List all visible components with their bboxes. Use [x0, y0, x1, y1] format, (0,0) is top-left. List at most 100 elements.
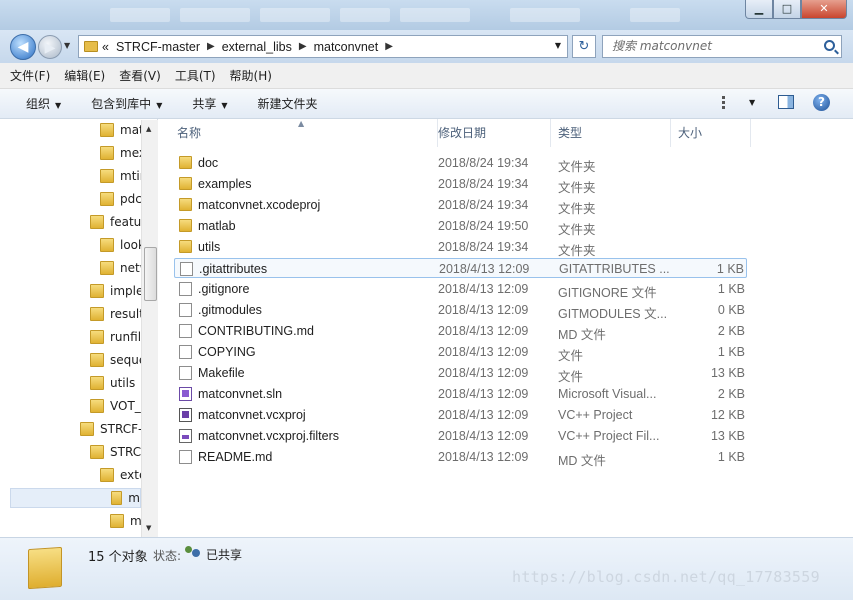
- file-list: 名称 ▲ 修改日期 类型 大小 doc 2018/8/24 19:34 文件夹 exa…: [160, 119, 853, 537]
- file-row[interactable]: CONTRIBUTING.md 2018/4/13 12:09 MD 文件 2 KB: [174, 321, 747, 342]
- tree-item[interactable]: mtir: [100, 166, 145, 186]
- folder-icon: [80, 422, 94, 436]
- include-in-library-button[interactable]: 包含到库中 ▼: [91, 95, 162, 112]
- large-folder-icon: [28, 546, 62, 590]
- file-date: 2018/4/13 12:09: [439, 262, 530, 276]
- breadcrumb-overflow[interactable]: «: [102, 40, 109, 54]
- breadcrumb-item[interactable]: external_libs: [222, 40, 292, 54]
- tree-item[interactable]: utils: [90, 373, 135, 393]
- breadcrumb-item[interactable]: STRCF-master: [116, 40, 200, 54]
- file-row[interactable]: matconvnet.xcodeproj 2018/8/24 19:34 文件夹: [174, 195, 747, 216]
- file-size: 13 KB: [710, 366, 745, 380]
- address-history-dropdown[interactable]: ▼: [555, 41, 561, 50]
- file-row[interactable]: .gitmodules 2018/4/13 12:09 GITMODULES 文..…: [174, 300, 747, 321]
- folder-icon: [110, 514, 124, 528]
- folder-icon: [179, 177, 192, 190]
- preview-pane-icon[interactable]: [778, 95, 794, 109]
- file-row[interactable]: matlab 2018/8/24 19:50 文件夹: [174, 216, 747, 237]
- refresh-button[interactable]: ↻: [572, 35, 596, 58]
- file-type: 文件夹: [558, 244, 596, 258]
- recent-pages-dropdown[interactable]: ▼: [64, 41, 70, 50]
- folder-icon: [179, 219, 192, 232]
- back-button[interactable]: ◀: [10, 34, 36, 60]
- tree-item[interactable]: runfile: [90, 327, 148, 347]
- tree-item[interactable]: mat: [100, 120, 144, 140]
- file-row[interactable]: Makefile 2018/4/13 12:09 文件 13 KB: [174, 363, 747, 384]
- file-size: 1 KB: [717, 282, 745, 296]
- chevron-down-icon: ▼: [221, 101, 228, 110]
- column-header-type[interactable]: 类型: [551, 119, 671, 147]
- tree-item[interactable]: seque: [90, 350, 146, 370]
- file-row[interactable]: matconvnet.vcxproj.filters 2018/4/13 12:0…: [174, 426, 747, 446]
- status-label: 状态:: [153, 549, 182, 563]
- scroll-down-arrow[interactable]: ▼: [146, 524, 151, 532]
- tree-item[interactable]: pdc: [100, 189, 142, 209]
- file-row[interactable]: COPYING 2018/4/13 12:09 文件 1 KB: [174, 342, 747, 363]
- column-header-date[interactable]: 修改日期: [431, 119, 551, 147]
- breadcrumb-item[interactable]: matconvnet: [314, 40, 379, 54]
- minimize-button[interactable]: ▁: [745, 0, 773, 19]
- maximize-button[interactable]: □: [773, 0, 801, 19]
- navigation-tree: mat mex mtir pdc featur look netw imple result ru…: [0, 119, 158, 537]
- tree-item[interactable]: look: [100, 235, 145, 255]
- chevron-right-icon[interactable]: ▶: [299, 41, 307, 52]
- tree-item[interactable]: STRCF-: [80, 419, 142, 439]
- sort-ascending-icon: ▲: [298, 119, 305, 128]
- file-name: .gitignore: [198, 282, 250, 296]
- search-icon[interactable]: [824, 40, 835, 51]
- scroll-up-arrow[interactable]: ▲: [146, 125, 151, 133]
- tree-item-label: utils: [110, 376, 136, 390]
- search-input[interactable]: 搜索 matconvnet: [602, 35, 842, 58]
- file-icon: [179, 450, 192, 464]
- organize-label: 组织: [26, 97, 51, 111]
- file-row[interactable]: utils 2018/8/24 19:34 文件夹: [174, 237, 747, 258]
- file-type: GITATTRIBUTES ...: [559, 262, 670, 276]
- tree-item[interactable]: imple: [90, 281, 143, 301]
- menu-tools[interactable]: 工具(T): [175, 67, 216, 84]
- folder-icon: [84, 41, 98, 52]
- file-icon: [179, 303, 192, 317]
- file-date: 2018/4/13 12:09: [438, 366, 529, 380]
- file-row[interactable]: doc 2018/8/24 19:34 文件夹: [174, 153, 747, 174]
- menu-view[interactable]: 查看(V): [119, 67, 161, 84]
- address-bar[interactable]: « STRCF-master ▶ external_libs ▶ matconv…: [78, 35, 568, 58]
- new-folder-button[interactable]: 新建文件夹: [258, 95, 318, 112]
- tree-item[interactable]: STRC: [90, 442, 141, 462]
- filter-file-icon: [179, 429, 192, 443]
- scrollbar-thumb[interactable]: [144, 247, 157, 301]
- file-row[interactable]: matconvnet.sln 2018/4/13 12:09 Microsoft V…: [174, 384, 747, 404]
- file-row[interactable]: README.md 2018/4/13 12:09 MD 文件 1 KB: [174, 447, 747, 468]
- view-options-icon[interactable]: [722, 96, 736, 109]
- folder-icon: [90, 445, 104, 459]
- tree-item[interactable]: result: [90, 304, 144, 324]
- forward-button[interactable]: ▶: [38, 35, 62, 59]
- file-type: MD 文件: [558, 328, 606, 342]
- tree-item[interactable]: mex: [100, 143, 146, 163]
- tree-scrollbar[interactable]: ▲ ▼: [141, 120, 158, 537]
- file-size: 0 KB: [717, 303, 745, 317]
- file-row[interactable]: matconvnet.vcxproj 2018/4/13 12:09 VC++ Pr…: [174, 405, 747, 425]
- menu-help[interactable]: 帮助(H): [230, 67, 272, 84]
- menu-file[interactable]: 文件(F): [10, 67, 50, 84]
- folder-icon: [90, 399, 104, 413]
- menu-edit[interactable]: 编辑(E): [64, 67, 105, 84]
- chevron-right-icon[interactable]: ▶: [385, 41, 393, 52]
- help-icon[interactable]: ?: [813, 94, 830, 111]
- tree-item[interactable]: featur: [90, 212, 146, 232]
- file-name: doc: [198, 156, 219, 170]
- tree-item[interactable]: VOT_: [90, 396, 141, 416]
- folder-icon: [111, 491, 123, 505]
- file-row[interactable]: examples 2018/8/24 19:34 文件夹: [174, 174, 747, 195]
- chevron-right-icon[interactable]: ▶: [207, 41, 215, 52]
- tree-item[interactable]: exte: [100, 465, 146, 485]
- tree-item[interactable]: m: [110, 511, 142, 531]
- organize-button[interactable]: 组织 ▼: [26, 95, 61, 112]
- file-type: 文件: [558, 370, 584, 384]
- view-dropdown[interactable]: ▼: [749, 98, 755, 107]
- file-row[interactable]: .gitignore 2018/4/13 12:09 GITIGNORE 文件 1 K…: [174, 279, 747, 300]
- column-header-size[interactable]: 大小: [671, 119, 751, 147]
- close-button[interactable]: ✕: [801, 0, 847, 19]
- tree-item[interactable]: m: [10, 488, 141, 508]
- file-row[interactable]: .gitattributes 2018/4/13 12:09 GITATTRIBUT…: [174, 258, 747, 278]
- share-button[interactable]: 共享 ▼: [192, 95, 227, 112]
